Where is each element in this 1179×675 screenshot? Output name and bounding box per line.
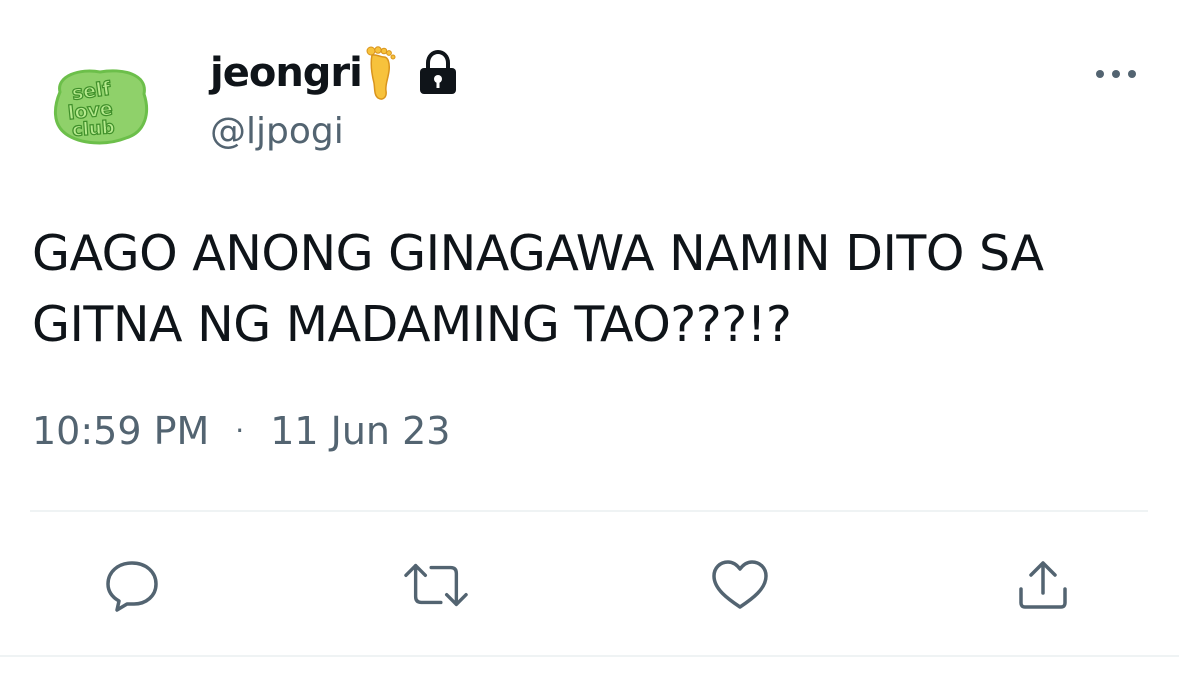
retweet-button[interactable] — [404, 555, 468, 615]
user-info: jeongri @ljpogi — [210, 42, 460, 150]
like-icon — [712, 560, 768, 609]
lock-icon — [416, 49, 460, 97]
tweet-date[interactable]: 11 Jun 23 — [270, 412, 450, 450]
action-bar — [0, 555, 1179, 615]
tweet-card: self love club jeongri @ljpogi GAGO ANON… — [0, 0, 1179, 675]
retweet-icon — [404, 563, 468, 607]
more-options-button[interactable] — [1096, 62, 1136, 86]
more-dot-icon — [1112, 70, 1120, 78]
user-handle[interactable]: @ljpogi — [210, 114, 460, 150]
tweet-time[interactable]: 10:59 PM — [32, 412, 209, 450]
name-row: jeongri — [210, 42, 460, 104]
self-love-club-logo: self love club — [54, 69, 149, 145]
more-dot-icon — [1096, 70, 1104, 78]
share-icon — [1019, 561, 1067, 609]
like-button[interactable] — [708, 555, 772, 615]
separator-dot: · — [235, 414, 245, 447]
share-button[interactable] — [1011, 555, 1075, 615]
tweet-text: GAGO ANONG GINAGAWA NAMIN DITO SA GITNA … — [32, 225, 1044, 353]
display-name[interactable]: jeongri — [210, 53, 363, 93]
avatar[interactable]: self love club — [50, 62, 154, 148]
divider — [30, 510, 1148, 512]
tweet-timestamp: 10:59 PM · 11 Jun 23 — [32, 412, 450, 450]
more-dot-icon — [1128, 70, 1136, 78]
bottom-divider — [0, 655, 1179, 657]
reply-icon — [106, 561, 158, 612]
avatar-text-club: club — [71, 117, 115, 141]
reply-button[interactable] — [100, 555, 164, 615]
foot-emoji-icon — [364, 45, 396, 101]
